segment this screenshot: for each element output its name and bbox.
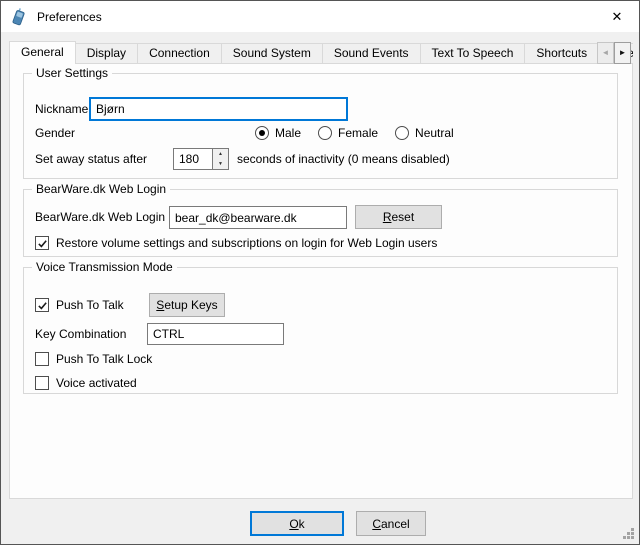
key-combination-label: Key Combination: [35, 323, 126, 345]
tab-display[interactable]: Display: [75, 43, 138, 63]
reset-button[interactable]: Reset: [355, 205, 442, 229]
checkbox-unchecked: [35, 376, 49, 390]
restore-volume-checkbox[interactable]: Restore volume settings and subscription…: [35, 236, 437, 250]
nickname-input[interactable]: [90, 98, 347, 120]
checkbox-unchecked: [35, 352, 49, 366]
away-seconds-value: 180: [174, 149, 212, 169]
voice-activated-checkbox[interactable]: Voice activated: [35, 376, 137, 390]
radio-male-circle: [255, 126, 269, 140]
tab-scroll-buttons: ◄ ►: [597, 42, 631, 64]
group-title: BearWare.dk Web Login: [32, 182, 170, 196]
tab-scroll-left-button[interactable]: ◄: [597, 42, 614, 64]
push-to-talk-lock-checkbox[interactable]: Push To Talk Lock: [35, 352, 152, 366]
away-status-suffix: seconds of inactivity (0 means disabled): [237, 148, 450, 170]
gender-radio-group: Male Female Neutral: [255, 126, 454, 140]
tab-general[interactable]: General: [9, 41, 76, 64]
checkbox-checked: [35, 298, 49, 312]
away-status-label: Set away status after: [35, 148, 147, 170]
radio-female[interactable]: Female: [318, 126, 378, 140]
away-seconds-spinbox[interactable]: 180 ▲ ▼: [173, 148, 229, 170]
close-button[interactable]: ✕: [596, 2, 638, 31]
general-tab-page: User Settings Nickname Gender Male Femal…: [9, 63, 633, 499]
radio-male[interactable]: Male: [255, 126, 301, 140]
close-icon: ✕: [612, 9, 623, 25]
web-login-id-input[interactable]: [169, 206, 347, 229]
tab-scroll-right-button[interactable]: ►: [614, 42, 631, 64]
ok-button[interactable]: Ok: [250, 511, 344, 536]
checkbox-checked: [35, 236, 49, 250]
window-title: Preferences: [37, 10, 102, 24]
resize-grip[interactable]: [622, 527, 635, 540]
nickname-label: Nickname: [35, 98, 88, 120]
teamtalk-app-icon: [11, 8, 28, 26]
tab-bar: General Display Connection Sound System …: [9, 41, 633, 64]
title-bar[interactable]: Preferences ✕: [1, 1, 639, 32]
cancel-button[interactable]: Cancel: [356, 511, 426, 536]
push-to-talk-checkbox[interactable]: Push To Talk: [35, 298, 124, 312]
gender-label: Gender: [35, 122, 75, 144]
chevron-right-icon: ►: [619, 49, 627, 57]
spinner-up-icon[interactable]: ▲: [213, 149, 228, 159]
preferences-dialog: Preferences ✕ General Display Connection…: [0, 0, 640, 545]
key-combination-input[interactable]: [147, 323, 284, 345]
group-title: Voice Transmission Mode: [32, 260, 177, 274]
radio-neutral-circle: [395, 126, 409, 140]
tab-text-to-speech[interactable]: Text To Speech: [420, 43, 526, 63]
tab-sound-events[interactable]: Sound Events: [322, 43, 421, 63]
spinner-down-icon[interactable]: ▼: [213, 159, 228, 169]
web-login-id-label: BearWare.dk Web Login ID: [35, 206, 180, 229]
group-title: User Settings: [32, 66, 112, 80]
user-settings-group: User Settings Nickname Gender Male Femal…: [23, 73, 618, 179]
tab-sound-system[interactable]: Sound System: [221, 43, 323, 63]
radio-neutral[interactable]: Neutral: [395, 126, 454, 140]
tab-connection[interactable]: Connection: [137, 43, 222, 63]
tab-shortcuts[interactable]: Shortcuts: [524, 43, 599, 63]
setup-keys-button[interactable]: Setup Keys: [149, 293, 225, 317]
voice-transmission-group: Voice Transmission Mode Push To Talk Set…: [23, 267, 618, 394]
chevron-left-icon: ◄: [602, 49, 610, 57]
spinner-buttons: ▲ ▼: [212, 149, 228, 169]
radio-female-circle: [318, 126, 332, 140]
web-login-group: BearWare.dk Web Login BearWare.dk Web Lo…: [23, 189, 618, 257]
checkmark-icon: [37, 238, 48, 249]
checkmark-icon: [37, 300, 48, 311]
